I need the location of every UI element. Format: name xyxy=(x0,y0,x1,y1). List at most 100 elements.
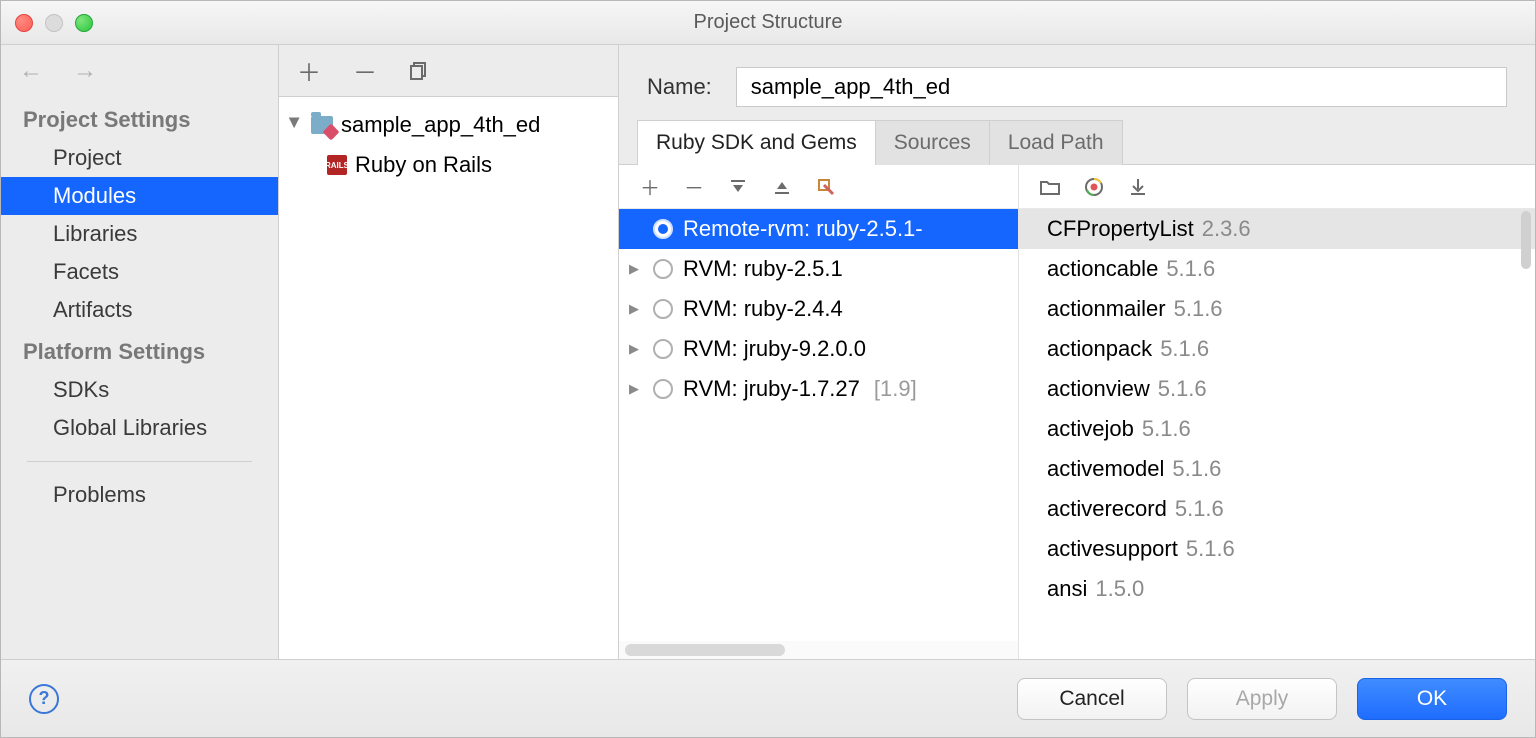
gem-row[interactable]: activesupport5.1.6 xyxy=(1019,529,1535,569)
gem-version: 5.1.6 xyxy=(1158,376,1207,402)
sdk-row[interactable]: ▶ RVM: ruby-2.4.4 xyxy=(619,289,1018,329)
sidebar-item-sdks[interactable]: SDKs xyxy=(1,371,278,409)
sidebar-item-modules[interactable]: Modules xyxy=(1,177,278,215)
help-icon[interactable]: ? xyxy=(29,684,59,714)
tabs: Ruby SDK and Gems Sources Load Path xyxy=(619,119,1535,164)
sidebar-item-global-libraries[interactable]: Global Libraries xyxy=(1,409,278,447)
sidebar-item-libraries[interactable]: Libraries xyxy=(1,215,278,253)
sdk-row-selected[interactable]: Remote-rvm: ruby-2.5.1- xyxy=(619,209,1018,249)
gem-name: activesupport xyxy=(1047,536,1178,562)
gem-version: 5.1.6 xyxy=(1174,296,1223,322)
gem-row[interactable]: actioncable5.1.6 xyxy=(1019,249,1535,289)
gem-name: activerecord xyxy=(1047,496,1167,522)
copy-icon[interactable] xyxy=(409,61,429,81)
gem-name: activejob xyxy=(1047,416,1134,442)
gem-name: CFPropertyList xyxy=(1047,216,1194,242)
cancel-button[interactable]: Cancel xyxy=(1017,678,1167,720)
gem-row[interactable]: actionview 5.1.6 xyxy=(1019,369,1535,409)
gem-name: ansi xyxy=(1047,576,1087,602)
window-title: Project Structure xyxy=(1,11,1535,34)
edit-sdk-icon[interactable] xyxy=(815,178,837,196)
name-row: Name: xyxy=(619,45,1535,119)
sidebar-heading-platform-settings: Platform Settings xyxy=(1,329,278,371)
tree-root-label: sample_app_4th_ed xyxy=(341,112,540,138)
remove-sdk-icon[interactable]: － xyxy=(683,172,705,201)
module-folder-icon xyxy=(311,116,333,134)
tab-sources[interactable]: Sources xyxy=(876,120,990,165)
gem-row[interactable]: actionmailer 5.1.6 xyxy=(1019,289,1535,329)
sidebar-item-artifacts[interactable]: Artifacts xyxy=(1,291,278,329)
tree-child[interactable]: RAILS Ruby on Rails xyxy=(279,145,618,185)
zoom-window-icon[interactable] xyxy=(75,14,93,32)
name-input[interactable] xyxy=(736,67,1507,107)
download-icon[interactable] xyxy=(1127,178,1149,196)
sdk-row[interactable]: ▶ RVM: jruby-1.7.27 [1.9] xyxy=(619,369,1018,409)
module-toolbar: ＋ － xyxy=(279,45,618,97)
radio-on-icon[interactable] xyxy=(653,219,673,239)
window-controls xyxy=(15,14,93,32)
chevron-down-icon[interactable]: ▶ xyxy=(287,117,304,133)
sidebar-heading-project-settings: Project Settings xyxy=(1,97,278,139)
gem-name: actionmailer xyxy=(1047,296,1166,322)
tab-load-path[interactable]: Load Path xyxy=(990,120,1123,165)
rails-icon: RAILS xyxy=(327,155,347,175)
gem-row[interactable]: CFPropertyList 2.3.6 xyxy=(1019,209,1535,249)
gem-name: actionpack xyxy=(1047,336,1152,362)
tab-body: ＋ － Remote-rvm: ru xyxy=(619,164,1535,659)
gem-row[interactable]: activemodel5.1.6 xyxy=(1019,449,1535,489)
sidebar-item-problems[interactable]: Problems xyxy=(1,476,278,514)
sdk-row[interactable]: ▶ RVM: ruby-2.5.1 xyxy=(619,249,1018,289)
gem-version: 5.1.6 xyxy=(1142,416,1191,442)
horizontal-scrollbar[interactable] xyxy=(619,641,1018,659)
gem-name: actionview xyxy=(1047,376,1150,402)
radio-off-icon[interactable] xyxy=(653,379,673,399)
sdk-column: ＋ － Remote-rvm: ru xyxy=(619,165,1019,659)
module-column: ＋ － ▶ sample_app_4th_ed RAILS Ruby on Ra… xyxy=(279,45,619,659)
tree-child-label: Ruby on Rails xyxy=(355,152,492,178)
tree-root[interactable]: ▶ sample_app_4th_ed xyxy=(279,105,618,145)
radio-off-icon[interactable] xyxy=(653,339,673,359)
close-window-icon[interactable] xyxy=(15,14,33,32)
sdk-list: Remote-rvm: ruby-2.5.1- ▶ RVM: ruby-2.5.… xyxy=(619,209,1018,641)
gem-version: 5.1.6 xyxy=(1166,256,1215,282)
add-sdk-icon[interactable]: ＋ xyxy=(639,172,661,201)
ok-button[interactable]: OK xyxy=(1357,678,1507,720)
chevron-right-icon[interactable]: ▶ xyxy=(629,381,643,397)
sidebar-item-facets[interactable]: Facets xyxy=(1,253,278,291)
expand-all-icon[interactable] xyxy=(727,178,749,196)
sdk-label: RVM: jruby-9.2.0.0 xyxy=(683,336,866,362)
gem-row[interactable]: activejob 5.1.6 xyxy=(1019,409,1535,449)
sidebar-item-project[interactable]: Project xyxy=(1,139,278,177)
gem-row[interactable]: ansi 1.5.0 xyxy=(1019,569,1535,609)
open-folder-icon[interactable] xyxy=(1039,179,1061,195)
radio-off-icon[interactable] xyxy=(653,299,673,319)
gem-version: 2.3.6 xyxy=(1202,216,1251,242)
radio-off-icon[interactable] xyxy=(653,259,673,279)
collapse-all-icon[interactable] xyxy=(771,178,793,196)
gem-row[interactable]: actionpack 5.1.6 xyxy=(1019,329,1535,369)
right-pane: Name: Ruby SDK and Gems Sources Load Pat… xyxy=(619,45,1535,659)
chevron-right-icon[interactable]: ▶ xyxy=(629,341,643,357)
gem-version: 5.1.6 xyxy=(1160,336,1209,362)
remove-icon[interactable]: － xyxy=(353,53,377,88)
minimize-window-icon[interactable] xyxy=(45,14,63,32)
chevron-right-icon[interactable]: ▶ xyxy=(629,261,643,277)
sidebar: ← → Project Settings Project Modules Lib… xyxy=(1,45,279,659)
gem-list: CFPropertyList 2.3.6 actioncable5.1.6 act… xyxy=(1019,209,1535,659)
chevron-right-icon[interactable]: ▶ xyxy=(629,301,643,317)
gem-row[interactable]: activerecord5.1.6 xyxy=(1019,489,1535,529)
vertical-scrollbar[interactable] xyxy=(1519,209,1533,659)
sidebar-divider xyxy=(27,461,252,462)
sdk-suffix: [1.9] xyxy=(874,376,917,402)
add-icon[interactable]: ＋ xyxy=(297,53,321,88)
forward-icon[interactable]: → xyxy=(73,57,97,85)
titlebar: Project Structure xyxy=(1,1,1535,45)
sdk-row[interactable]: ▶ RVM: jruby-9.2.0.0 xyxy=(619,329,1018,369)
gem-version: 5.1.6 xyxy=(1172,456,1221,482)
apply-button[interactable]: Apply xyxy=(1187,678,1337,720)
back-icon[interactable]: ← xyxy=(19,57,43,85)
sdk-label: RVM: jruby-1.7.27 xyxy=(683,376,860,402)
tab-ruby-sdk[interactable]: Ruby SDK and Gems xyxy=(637,120,876,165)
rubygems-icon[interactable] xyxy=(1083,178,1105,196)
gem-version: 1.5.0 xyxy=(1095,576,1144,602)
